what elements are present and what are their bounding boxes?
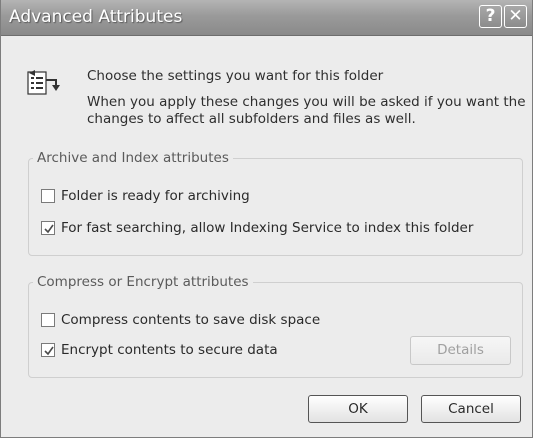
encrypt-checkbox-label: Encrypt contents to secure data [61, 342, 278, 358]
cancel-button[interactable]: Cancel [421, 395, 521, 423]
compress-checkbox-label: Compress contents to save disk space [61, 312, 321, 328]
close-button[interactable]: ✕ [504, 5, 527, 28]
checkmark-icon [44, 346, 54, 356]
archive-index-groupbox [28, 158, 523, 256]
encrypt-checkbox[interactable] [41, 343, 55, 357]
indexing-checkbox-label: For fast searching, allow Indexing Servi… [61, 220, 474, 236]
header-description-line-2: changes to affect all subfolders and fil… [87, 111, 416, 127]
archive-index-group-label: Archive and Index attributes [33, 150, 233, 166]
archiving-checkbox-label: Folder is ready for archiving [61, 188, 250, 204]
checkmark-icon [44, 224, 54, 234]
compress-encrypt-group-label: Compress or Encrypt attributes [33, 274, 253, 290]
help-button[interactable]: ? [479, 5, 502, 28]
ok-button[interactable]: OK [308, 395, 408, 423]
archiving-checkbox[interactable] [41, 189, 55, 203]
header-description-line-1: When you apply these changes you will be… [87, 94, 526, 110]
window-title: Advanced Attributes [9, 7, 183, 27]
encrypt-checkbox-row[interactable]: Encrypt contents to secure data [41, 342, 371, 361]
help-icon: ? [485, 6, 496, 26]
title-bar[interactable]: Advanced Attributes ? ✕ [1, 0, 532, 36]
indexing-checkbox[interactable] [41, 221, 55, 235]
compress-checkbox[interactable] [41, 313, 55, 327]
advanced-attributes-dialog: Advanced Attributes ? ✕ Choose the setti… [0, 0, 533, 438]
archiving-checkbox-row[interactable]: Folder is ready for archiving [41, 188, 461, 207]
compress-checkbox-row[interactable]: Compress contents to save disk space [41, 312, 461, 331]
header-title: Choose the settings you want for this fo… [87, 68, 384, 84]
folder-properties-icon [26, 68, 62, 98]
indexing-checkbox-row[interactable]: For fast searching, allow Indexing Servi… [41, 220, 511, 239]
details-button[interactable]: Details [410, 336, 511, 365]
close-icon: ✕ [508, 6, 523, 26]
